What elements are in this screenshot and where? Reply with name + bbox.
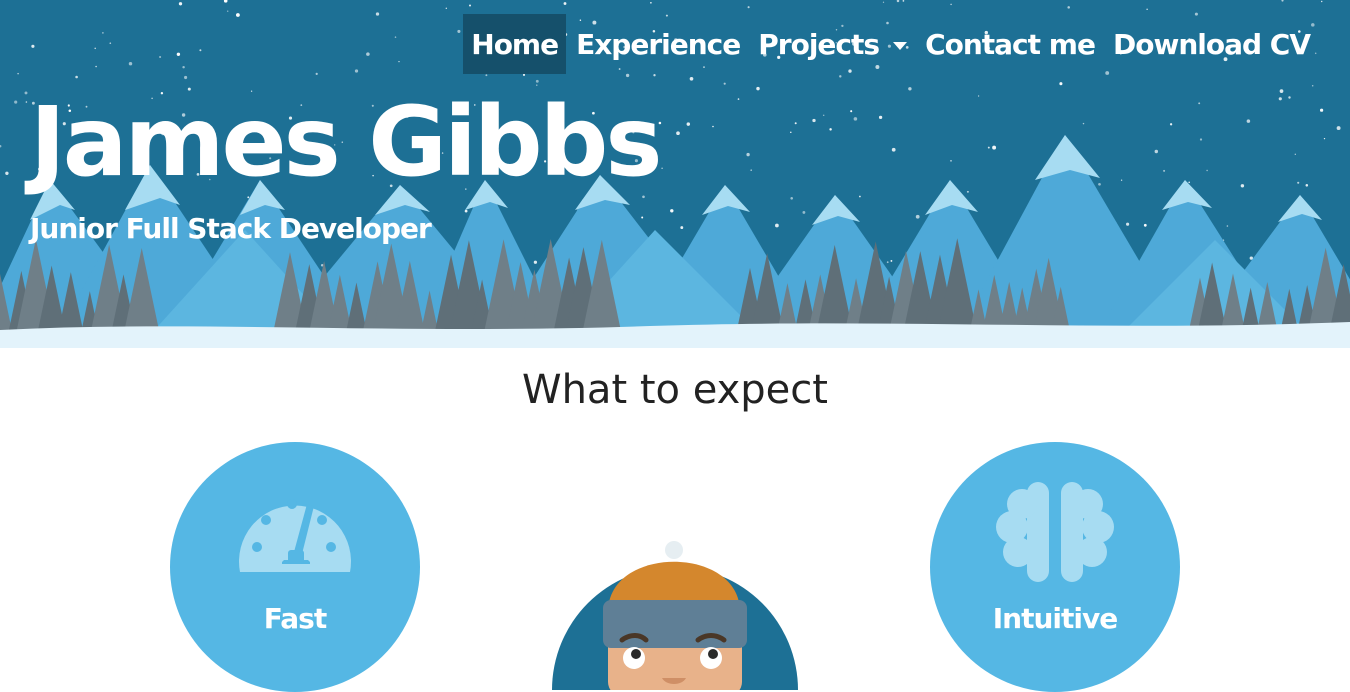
nav-projects-dropdown[interactable]: Projects xyxy=(750,14,915,74)
nav-home-link[interactable]: Home xyxy=(463,14,567,74)
feature-fast-card: Fast xyxy=(170,442,420,692)
speedometer-icon xyxy=(239,499,351,572)
nav-projects-label: Projects xyxy=(758,28,880,61)
nav-experience-link[interactable]: Experience xyxy=(568,14,748,74)
nav-download-cv-link[interactable]: Download CV xyxy=(1105,14,1318,74)
main-nav: Home Experience Projects Contact me Down… xyxy=(463,14,1318,74)
hero-banner: Home Experience Projects Contact me Down… xyxy=(0,0,1350,348)
caret-down-icon xyxy=(893,42,908,50)
features-heading: What to expect xyxy=(522,367,828,413)
feature-fast-label: Fast xyxy=(263,602,327,635)
mascot-illustration xyxy=(552,541,798,690)
hero-subtitle: Junior Full Stack Developer xyxy=(30,212,432,245)
brain-icon xyxy=(996,482,1114,582)
feature-intuitive-label: Intuitive xyxy=(992,602,1119,635)
feature-intuitive-card: Intuitive xyxy=(930,442,1180,692)
nav-contact-link[interactable]: Contact me xyxy=(917,14,1103,74)
hero-title: James Gibbs xyxy=(30,86,662,198)
